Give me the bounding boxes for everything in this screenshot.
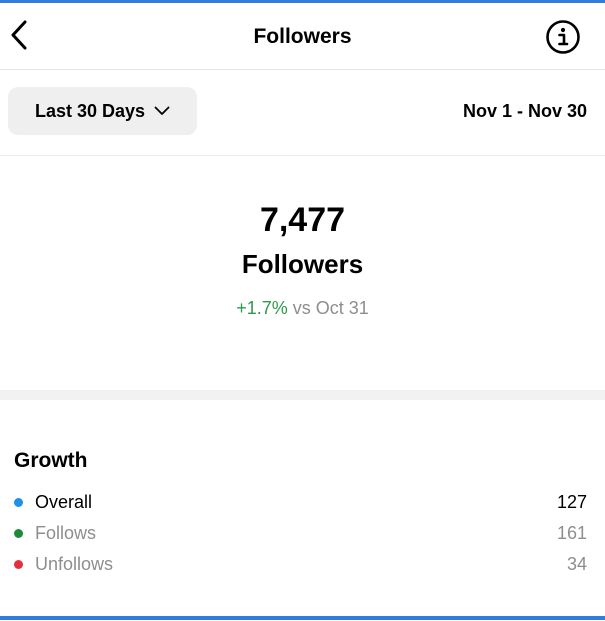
- growth-row-overall: Overall 127: [0, 487, 605, 517]
- growth-row-label: Follows: [35, 523, 97, 543]
- growth-row-label: Overall: [35, 492, 93, 512]
- date-range-text: Nov 1 - Nov 30: [462, 101, 587, 121]
- growth-row-value: 127: [556, 492, 587, 512]
- range-dropdown-label: Last 30 Days: [34, 100, 146, 121]
- follower-count-label: Followers: [241, 249, 364, 279]
- info-icon: [546, 20, 580, 54]
- header: Followers: [0, 3, 605, 70]
- date-range-bar: Last 30 Days Nov 1 - Nov 30: [0, 70, 605, 156]
- overall-dot-icon: [14, 498, 23, 507]
- unfollows-dot-icon: [14, 560, 23, 569]
- page-title: Followers: [253, 25, 352, 48]
- growth-title: Growth: [14, 449, 88, 472]
- follows-dot-icon: [14, 529, 23, 538]
- growth-row-label: Unfollows: [35, 554, 114, 574]
- follower-count: 7,477: [259, 201, 346, 239]
- range-dropdown[interactable]: Last 30 Days: [8, 87, 197, 135]
- growth-row-follows: Follows 161: [0, 518, 605, 548]
- info-button[interactable]: [544, 18, 582, 56]
- bottom-accent-bar: [0, 616, 605, 620]
- change-comparison: vs Oct 31: [292, 298, 369, 318]
- growth-row-unfollows: Unfollows 34: [0, 549, 605, 579]
- follower-summary: 7,477 Followers +1.7% vs Oct 31: [0, 156, 605, 390]
- growth-row-value: 34: [566, 554, 587, 574]
- change-percent: +1.7%: [236, 298, 288, 318]
- growth-row-value: 161: [556, 523, 587, 543]
- chevron-down-icon: [154, 106, 170, 115]
- follower-change: +1.7% vs Oct 31: [0, 298, 605, 319]
- section-divider: [0, 390, 605, 400]
